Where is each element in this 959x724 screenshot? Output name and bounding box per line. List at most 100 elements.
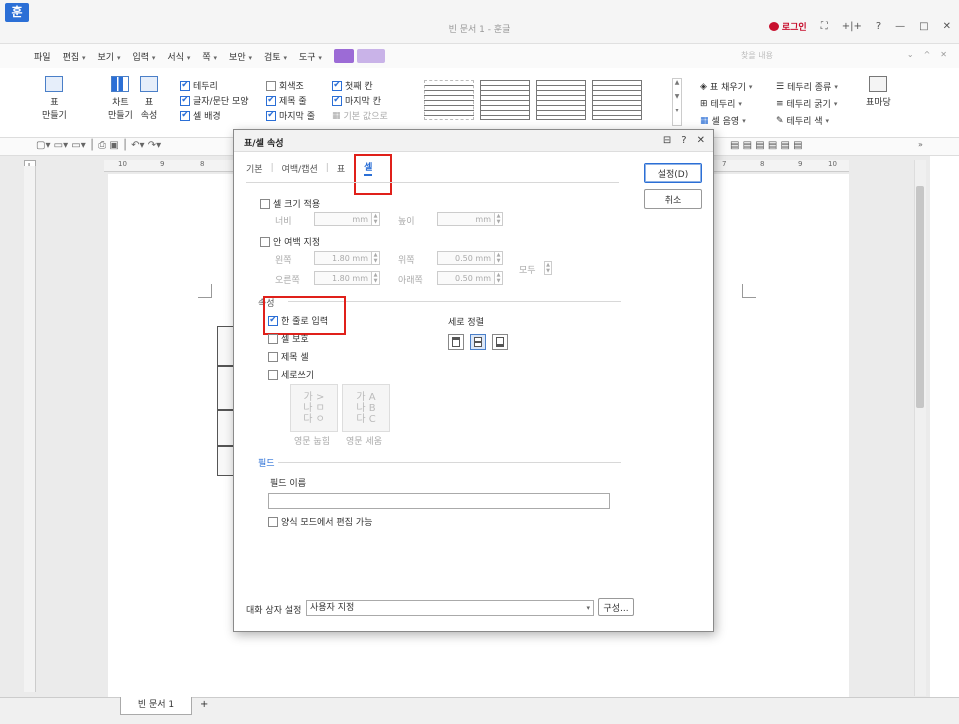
spin-icon[interactable]: ▲ ▼ (372, 212, 380, 226)
table-style-2[interactable] (480, 80, 530, 120)
doc-table-cell[interactable] (217, 366, 234, 410)
left-margin-field[interactable]: 1.80 mm ▲ ▼ (314, 251, 380, 265)
border-width-button[interactable]: ≡ 테두리 굵기 ▾ (776, 95, 838, 112)
doc-table-cell[interactable] (217, 446, 234, 476)
config-button[interactable]: 구성... (598, 598, 634, 616)
ribbon-up-icon[interactable]: ^ (924, 50, 931, 59)
valign-middle-button[interactable] (470, 334, 486, 350)
cell-protect-check[interactable]: 셀 보호 (268, 331, 309, 346)
chart-create-button[interactable]: 차트 만들기 (108, 76, 133, 121)
search-input[interactable]: 찾을 내용 (741, 50, 773, 61)
menu-edit[interactable]: 편집 ▾ (63, 50, 86, 63)
table-create-button[interactable]: 표 만들기 (42, 76, 67, 121)
cell-size-check[interactable]: 셀 크기 적용 (260, 196, 320, 211)
vert-dir-stand-option[interactable]: 가 A 나 B 다 C (342, 384, 390, 432)
height-field[interactable]: mm ▲ ▼ (437, 212, 503, 226)
top-margin-field[interactable]: 0.50 mm ▲ ▼ (437, 251, 503, 265)
tab-table[interactable]: 표 (337, 162, 345, 175)
border-type-button[interactable]: ☰ 테두리 종류 ▾ (776, 78, 838, 95)
valign-top-button[interactable] (448, 334, 464, 350)
check-cell-bg[interactable]: ✔ 셀 배경 (180, 108, 249, 123)
border-button[interactable]: ⊞ 테두리 ▾ (700, 95, 752, 112)
all-margin-spin[interactable]: ▲ ▼ (544, 261, 552, 275)
split-icon[interactable]: +|+ (842, 21, 862, 32)
vertical-write-check[interactable]: 세로쓰기 (268, 367, 314, 382)
width-input[interactable]: mm (314, 212, 372, 226)
menu-tools[interactable]: 도구 ▾ (299, 50, 322, 63)
dialog-help-icon[interactable]: ? (681, 135, 686, 146)
align-icons[interactable]: ▤ ▤ ▤ ▤ ▤ ▤ (730, 140, 803, 151)
header-cell-check[interactable]: 제목 셀 (268, 349, 309, 364)
close-icon[interactable]: ✕ (943, 21, 951, 32)
table-fill-button[interactable]: ◈ 표 채우기 ▾ (700, 78, 752, 95)
gallery-scroll[interactable]: ▲ ▼ ▾ (672, 78, 682, 126)
menu-page[interactable]: 쪽 ▾ (202, 50, 217, 63)
doc-close-icon[interactable]: ✕ (940, 50, 947, 59)
menu-security[interactable]: 보안 ▾ (229, 50, 252, 63)
check-header-row[interactable]: ✔ 제목 줄 (266, 93, 315, 108)
left-margin-input[interactable]: 1.80 mm (314, 251, 372, 265)
scroll-thumb[interactable] (916, 186, 924, 408)
menu-format[interactable]: 서식 ▾ (167, 50, 190, 63)
border-color-button[interactable]: ✎ 테두리 색 ▾ (776, 112, 838, 129)
valign-bottom-button[interactable] (492, 334, 508, 350)
ribbon-collapse-icon[interactable]: ⌄ (907, 50, 914, 59)
table-style-1[interactable] (424, 80, 474, 120)
dialog-collapse-icon[interactable]: ⊟ (663, 135, 671, 146)
shade-icon: ▦ (700, 115, 709, 126)
login-button[interactable]: 로그인 (768, 20, 807, 33)
right-margin-input[interactable]: 1.80 mm (314, 271, 372, 285)
field-name-input[interactable] (268, 493, 610, 509)
doc-table-cell[interactable] (217, 410, 234, 446)
help-icon[interactable]: ? (876, 21, 881, 32)
maximize-icon[interactable]: □ (919, 21, 928, 32)
right-margin-field[interactable]: 1.80 mm ▲ ▼ (314, 271, 380, 285)
vertical-ruler[interactable] (24, 166, 36, 692)
dialog-close-icon[interactable]: ✕ (697, 135, 705, 146)
menu-review[interactable]: 검토 ▾ (264, 50, 287, 63)
dialog-title-bar[interactable]: 표/셀 속성 ⊟ ? ✕ (234, 130, 713, 152)
tab-separator: | (325, 163, 329, 173)
tab-basic[interactable]: 기본 (246, 162, 263, 175)
menu-file[interactable]: 파일 (34, 50, 51, 63)
table-style-3[interactable] (536, 80, 586, 120)
table-style-4[interactable] (592, 80, 642, 120)
check-border[interactable]: ✔ 테두리 (180, 78, 249, 93)
vert-dir-lay-option[interactable]: 가 > 나 ㅁ 다 ㅇ (290, 384, 338, 432)
bottom-margin-field[interactable]: 0.50 mm ▲ ▼ (437, 271, 503, 285)
add-tab-icon[interactable]: + (200, 699, 208, 710)
menu-view[interactable]: 보기 ▾ (98, 50, 121, 63)
check-last-col[interactable]: ✔ 마지막 칸 (332, 93, 388, 108)
check-grayscale[interactable]: 회색조 (266, 78, 315, 93)
dialog-setting-select[interactable]: 사용자 지정 ▾ (306, 600, 594, 616)
form-edit-check[interactable]: 양식 모드에서 편집 가능 (268, 514, 372, 529)
cancel-button[interactable]: 취소 (644, 189, 702, 209)
tab-margin-caption[interactable]: 여백/캡션 (282, 162, 318, 175)
document-tab[interactable]: 빈 문서 1 (120, 697, 192, 715)
minimize-icon[interactable]: — (895, 21, 905, 32)
table-design-tab[interactable] (333, 49, 385, 63)
fullscreen-icon[interactable]: ⛶ (821, 21, 828, 32)
table-props-button[interactable]: 표 속성 (140, 76, 158, 121)
reset-default[interactable]: ▦ 기본 값으로 (332, 108, 388, 123)
bottom-margin-input[interactable]: 0.50 mm (437, 271, 495, 285)
cell-shade-button[interactable]: ▦ 셀 음영 ▾ (700, 112, 752, 129)
menu-insert[interactable]: 입력 ▾ (132, 50, 155, 63)
width-field[interactable]: mm ▲ ▼ (314, 212, 380, 226)
top-margin-input[interactable]: 0.50 mm (437, 251, 495, 265)
height-input[interactable]: mm (437, 212, 495, 226)
check-first-col[interactable]: ✔ 첫째 칸 (332, 78, 388, 93)
spin-icon[interactable]: ▲ ▼ (495, 271, 503, 285)
check-char-para[interactable]: ✔ 글자/문단 모양 (180, 93, 249, 108)
ok-button[interactable]: 설정(D) (644, 163, 702, 183)
doc-table-cell[interactable] (217, 326, 234, 366)
spin-icon[interactable]: ▲ ▼ (372, 251, 380, 265)
check-last-row[interactable]: ✔ 마지막 줄 (266, 108, 315, 123)
spin-icon[interactable]: ▲ ▼ (495, 251, 503, 265)
spin-icon[interactable]: ▲ ▼ (495, 212, 503, 226)
toolbar-expand-icon[interactable]: » (918, 140, 923, 149)
spin-icon[interactable]: ▲ ▼ (372, 271, 380, 285)
table-break-button[interactable]: 표마당 (866, 76, 891, 108)
inner-margin-check[interactable]: 안 여백 지정 (260, 234, 320, 249)
new-doc-icon[interactable]: ▢▾ ▭▾ ▭▾ │ ⎙ ▣ │ ↶▾ ↷▾ (36, 140, 161, 151)
